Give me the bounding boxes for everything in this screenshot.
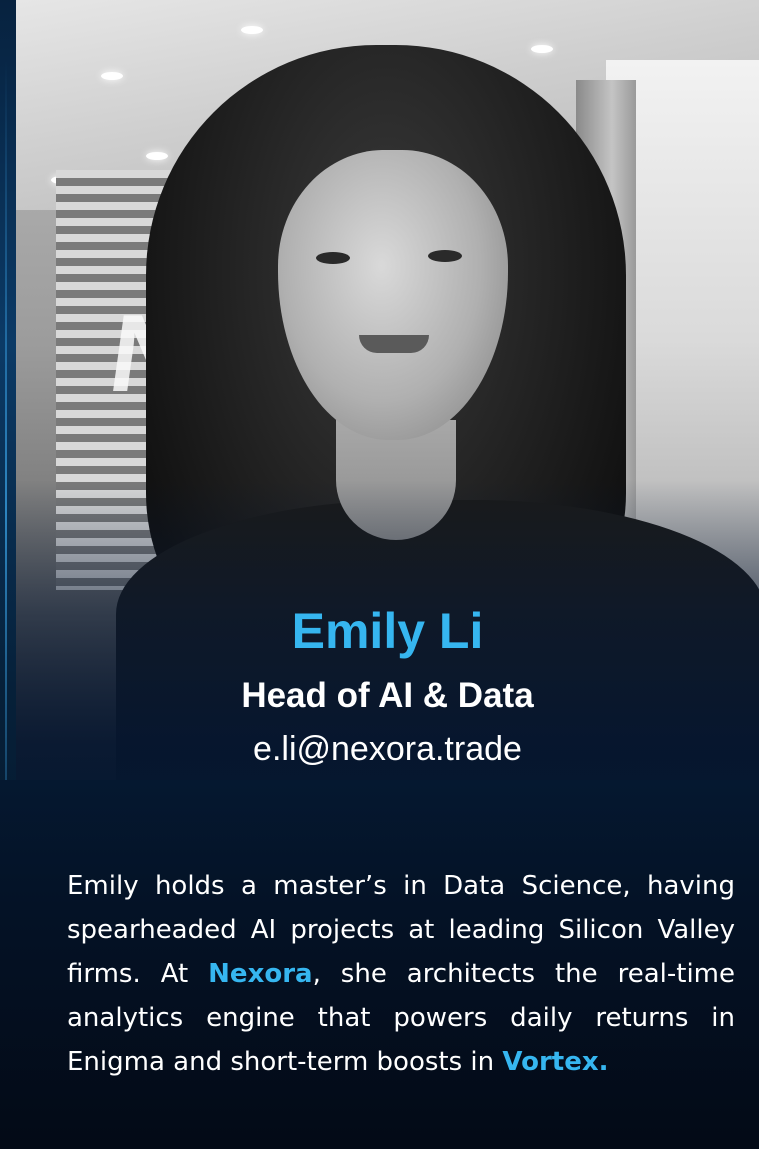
bio-link-nexora[interactable]: Nexora bbox=[208, 959, 312, 989]
profile-title: Head of AI & Data bbox=[241, 676, 534, 715]
portrait-eye bbox=[428, 250, 462, 262]
ceiling-light bbox=[531, 45, 553, 53]
profile-info: Emily Li Head of AI & Data e.li@nexora.t… bbox=[16, 600, 759, 770]
ceiling-light bbox=[101, 72, 123, 80]
portrait-eye bbox=[316, 252, 350, 264]
ceiling-light bbox=[146, 152, 168, 160]
ceiling-light bbox=[241, 26, 263, 34]
bio-link-vortex[interactable]: Vortex. bbox=[502, 1047, 608, 1077]
profile-bio: Emily holds a master’s in Data Science, … bbox=[67, 864, 735, 1084]
portrait-mouth bbox=[359, 335, 429, 353]
team-member-card: NN Emily Li Head of AI & Data e.li@nexor… bbox=[0, 0, 759, 1149]
profile-name: Emily Li bbox=[291, 603, 484, 659]
profile-email[interactable]: e.li@nexora.trade bbox=[16, 728, 759, 770]
